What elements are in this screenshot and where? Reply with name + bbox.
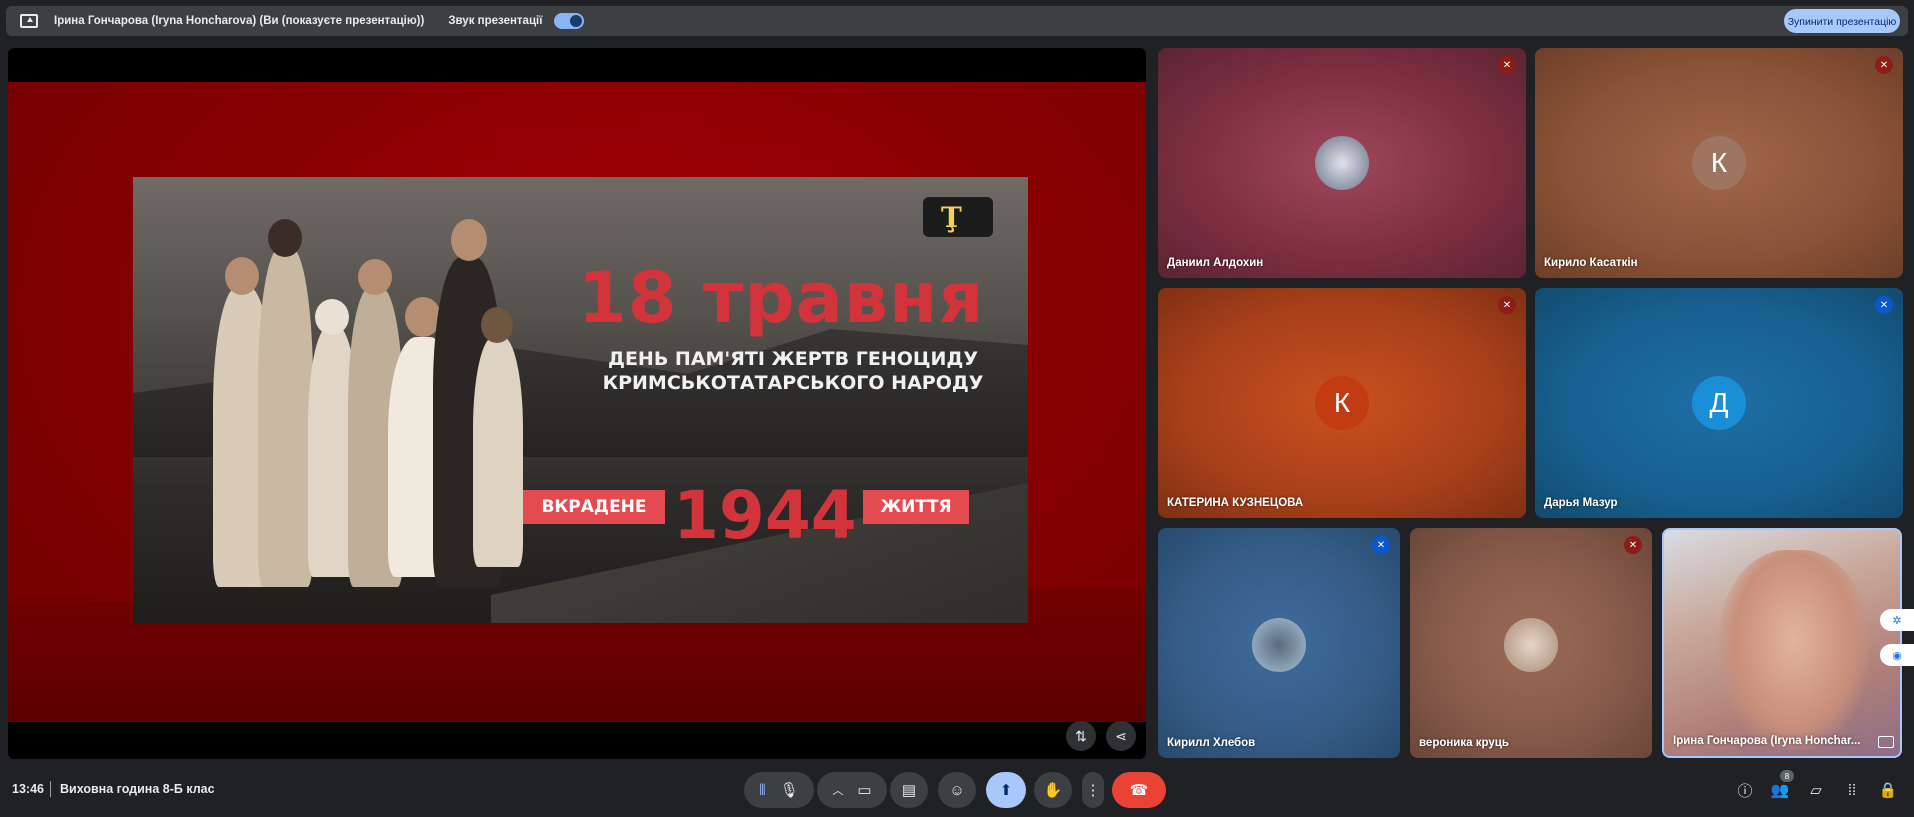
- avatar: [1252, 618, 1306, 672]
- leave-call-button[interactable]: ☎: [1112, 772, 1166, 808]
- apps-grid-icon: ⁞⁞: [1847, 781, 1857, 799]
- mic-off-icon: ✕: [1624, 536, 1642, 554]
- mic-off-icon: ✕: [1875, 56, 1893, 74]
- robot-icon: ◉: [1892, 649, 1902, 662]
- avatar: Д: [1692, 376, 1746, 430]
- presentation-sound-toggle[interactable]: [554, 13, 585, 29]
- companion-side-button[interactable]: ◉: [1880, 644, 1914, 666]
- presentation-stage: Ţ 18 травня ДЕНЬ ПАМ'ЯТІ ЖЕРТВ ГЕНОЦИДУ …: [8, 48, 1146, 759]
- child-figure: [258, 247, 313, 587]
- participant-tile[interactable]: К ✕ Кирило Касаткін: [1535, 48, 1903, 278]
- hang-up-icon: ☎: [1129, 782, 1149, 799]
- participants-count-badge: 8: [1780, 770, 1794, 782]
- people-button[interactable]: 👥: [1769, 779, 1791, 801]
- camera-button[interactable]: ︿ ▭: [817, 772, 887, 808]
- pip-icon[interactable]: [1878, 736, 1894, 748]
- child-figure: [473, 337, 523, 567]
- child-head: [315, 299, 349, 335]
- host-controls-button[interactable]: 🔒: [1877, 779, 1899, 801]
- clock: 13:46: [12, 782, 44, 796]
- child-head: [451, 219, 487, 261]
- child-head: [481, 307, 513, 343]
- self-video: [1719, 550, 1869, 750]
- participant-name: Дарья Мазур: [1544, 497, 1618, 509]
- poster-image: Ţ 18 травня ДЕНЬ ПАМ'ЯТІ ЖЕРТВ ГЕНОЦИДУ …: [133, 177, 1028, 623]
- slide-date: 18 травня: [578, 257, 985, 339]
- emoji-icon: ☺: [949, 781, 965, 799]
- meeting-details-button[interactable]: ⓘ: [1734, 779, 1756, 801]
- present-screen-icon: ⬆: [999, 782, 1013, 799]
- present-screen-icon: [20, 14, 38, 28]
- participant-name: Кирило Касаткін: [1544, 257, 1638, 269]
- avatar: [1504, 618, 1558, 672]
- child-head: [268, 219, 302, 257]
- effects-side-button[interactable]: ✲: [1880, 609, 1914, 631]
- avatar: К: [1692, 136, 1746, 190]
- share-icon: ⋖: [1115, 727, 1127, 744]
- sparkle-icon: ✲: [1892, 614, 1902, 627]
- mic-off-icon: ✕: [1372, 536, 1390, 554]
- stop-presenting-button[interactable]: Зупинити презентацію: [1784, 9, 1900, 33]
- camera-icon: ▭: [857, 782, 872, 799]
- avatar: [1315, 136, 1369, 190]
- slide-tag-left: ВКРАДЕНЕ: [523, 490, 665, 524]
- swap-layout-button[interactable]: ⇅: [1066, 721, 1096, 751]
- participant-tile[interactable]: ✕ вероника круць: [1410, 528, 1652, 758]
- participant-tile[interactable]: К ✕ КАТЕРИНА КУЗНЕЦОВА: [1158, 288, 1526, 518]
- raise-hand-button[interactable]: ✋: [1034, 772, 1072, 808]
- slide-subtitle: ДЕНЬ ПАМ'ЯТІ ЖЕРТВ ГЕНОЦИДУ КРИМСЬКОТАТА…: [593, 347, 993, 395]
- participant-name: Кирилл Хлебов: [1167, 737, 1256, 749]
- presentation-bar: Ірина Гончарова (Iryna Honcharova) (Ви (…: [6, 6, 1908, 36]
- crimean-tatar-emblem: Ţ: [923, 197, 993, 237]
- child-head: [358, 259, 392, 295]
- activities-button[interactable]: ⁞⁞: [1841, 779, 1863, 801]
- chat-button[interactable]: ▱: [1805, 779, 1827, 801]
- lock-person-icon: 🔒: [1878, 782, 1898, 799]
- chevron-up-icon: ︿: [832, 785, 844, 797]
- avatar: К: [1315, 376, 1369, 430]
- slide: Ţ 18 травня ДЕНЬ ПАМ'ЯТІ ЖЕРТВ ГЕНОЦИДУ …: [8, 82, 1146, 722]
- microphone-button[interactable]: ⦀ 🎙: [744, 772, 814, 808]
- chat-icon: ▱: [1810, 782, 1822, 799]
- self-view-tile[interactable]: Ірина Гончарова (Iryna Honchar...: [1662, 528, 1902, 758]
- participant-name: Даниил Алдохин: [1167, 257, 1264, 269]
- participant-tile[interactable]: ✕ Даниил Алдохин: [1158, 48, 1526, 278]
- participant-name: вероника круць: [1419, 737, 1509, 749]
- more-vert-icon: ⋮: [1085, 782, 1101, 799]
- mic-off-icon: ✕: [1875, 296, 1893, 314]
- control-bar: 13:46 Виховна година 8-Б клас ⦀ 🎙 ︿ ▭ ▤ …: [0, 762, 1914, 817]
- swap-icon: ⇅: [1075, 727, 1087, 744]
- mic-icon: 🎙: [779, 782, 799, 799]
- presentation-sound-label: Звук презентації: [448, 15, 543, 27]
- reactions-button[interactable]: ☺: [938, 772, 976, 808]
- slide-subtitle-line2: КРИМСЬКОТАТАРСЬКОГО НАРОДУ: [602, 372, 984, 394]
- participant-tile[interactable]: ✕ Кирилл Хлебов: [1158, 528, 1400, 758]
- audio-level-icon: ⦀: [759, 781, 766, 799]
- present-now-button[interactable]: ⬆: [986, 772, 1026, 808]
- participant-name: КАТЕРИНА КУЗНЕЦОВА: [1167, 497, 1304, 509]
- more-options-button[interactable]: ⋮: [1082, 772, 1104, 808]
- slide-year: 1944: [673, 477, 857, 554]
- info-icon: ⓘ: [1737, 782, 1753, 800]
- share-button[interactable]: ⋖: [1106, 721, 1136, 751]
- participant-tile[interactable]: Д ✕ Дарья Мазур: [1535, 288, 1903, 518]
- mic-off-icon: ✕: [1498, 296, 1516, 314]
- mic-off-icon: ✕: [1498, 56, 1516, 74]
- participant-name: Ірина Гончарова (Iryna Honchar...: [1673, 735, 1861, 747]
- presenter-label: Ірина Гончарова (Iryna Honcharova) (Ви (…: [54, 15, 425, 27]
- slide-tag-right: ЖИТТЯ: [863, 490, 969, 524]
- child-head: [225, 257, 259, 295]
- divider: [50, 781, 51, 797]
- captions-button[interactable]: ▤: [890, 772, 928, 808]
- captions-icon: ▤: [901, 782, 917, 799]
- slide-subtitle-line1: ДЕНЬ ПАМ'ЯТІ ЖЕРТВ ГЕНОЦИДУ: [608, 348, 978, 370]
- hand-icon: ✋: [1043, 782, 1063, 799]
- meeting-title: Виховна година 8-Б клас: [60, 782, 215, 796]
- people-icon: 👥: [1770, 782, 1790, 799]
